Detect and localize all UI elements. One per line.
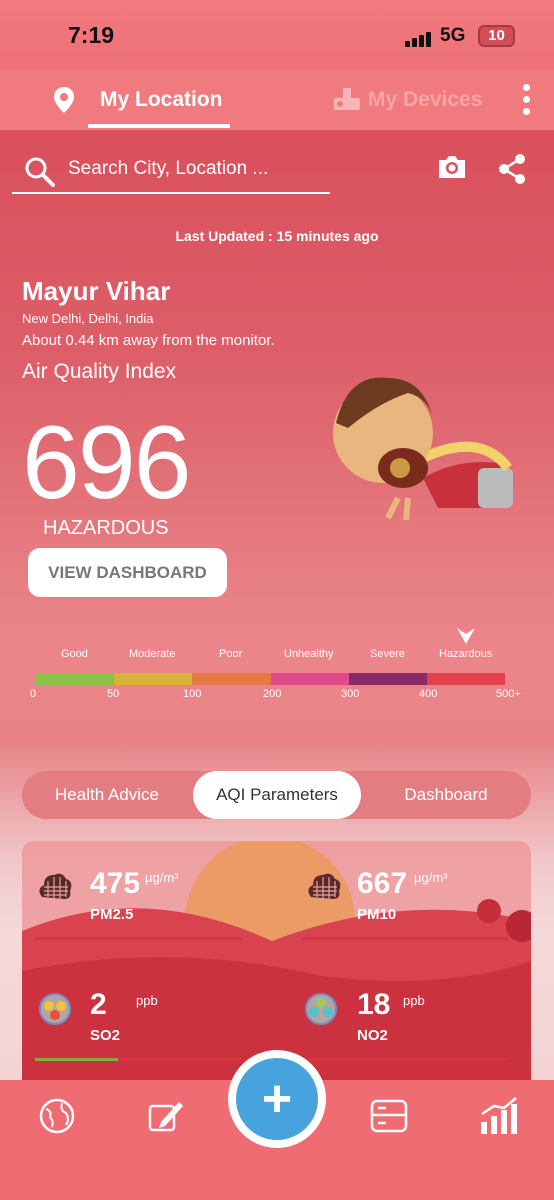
globe-icon[interactable] <box>38 1097 76 1135</box>
pm10-value: 667 <box>357 867 408 900</box>
tab-health-advice[interactable]: Health Advice <box>26 771 188 819</box>
location-pin-icon <box>54 87 74 113</box>
edit-icon[interactable] <box>147 1098 185 1134</box>
scale-marker-icon <box>457 628 475 644</box>
no2-label: NO2 <box>357 1027 388 1044</box>
tab-aqi-parameters[interactable]: AQI Parameters <box>193 771 361 819</box>
so2-value: 2 <box>90 988 107 1021</box>
scale-seg-hazardous <box>427 673 505 685</box>
stats-icon[interactable] <box>478 1096 520 1136</box>
molecule-icon <box>305 993 337 1025</box>
aqi-value: 696 <box>22 405 192 521</box>
so2-unit: ppb <box>136 993 158 1008</box>
scale-tick: 100 <box>183 688 202 700</box>
pm25-value: 475 <box>90 867 141 900</box>
scale-seg-moderate <box>114 673 192 685</box>
pm25-unit: µg/m³ <box>145 870 179 885</box>
scale-tick: 200 <box>263 688 282 700</box>
scale-tick: 500+ <box>496 688 521 700</box>
location-name: Mayur Vihar <box>22 276 171 306</box>
add-icon[interactable]: + <box>236 1058 318 1140</box>
card-icon[interactable] <box>370 1099 408 1133</box>
pm10-bar <box>302 937 508 940</box>
device-icon <box>334 88 360 110</box>
aqi-label: Air Quality Index <box>22 360 177 383</box>
signal-icon <box>405 29 433 47</box>
tab-my-location[interactable]: My Location <box>100 88 223 112</box>
scale-cat-good: Good <box>61 648 88 660</box>
pm25-bar <box>35 937 242 940</box>
scale-seg-unhealthy <box>271 673 349 685</box>
pm25-label: PM2.5 <box>90 906 134 923</box>
no2-bar <box>302 1058 508 1061</box>
scale-seg-good <box>35 673 114 685</box>
last-updated: Last Updated : 15 minutes ago <box>175 228 379 244</box>
share-icon[interactable] <box>496 152 528 186</box>
no2-unit: ppb <box>403 993 425 1008</box>
scale-tick: 300 <box>341 688 360 700</box>
tab-dashboard[interactable]: Dashboard <box>365 771 527 819</box>
scale-seg-poor <box>192 673 271 685</box>
more-options-icon[interactable] <box>523 84 531 118</box>
status-time: 7:19 <box>68 22 115 48</box>
location-distance: About 0.44 km away from the monitor. <box>22 332 275 349</box>
pm10-unit: µg/m³ <box>414 870 448 885</box>
battery-icon: 10 <box>478 25 515 47</box>
search-underline <box>12 192 330 194</box>
scale-cat-severe: Severe <box>370 648 405 660</box>
search-icon[interactable] <box>24 156 56 188</box>
tab-my-devices[interactable]: My Devices <box>368 88 482 112</box>
so2-label: SO2 <box>90 1027 121 1044</box>
scale-tick: 50 <box>107 688 120 700</box>
mascot-illustration <box>333 377 513 521</box>
scale-tick: 400 <box>419 688 438 700</box>
scale-cat-moderate: Moderate <box>129 648 176 660</box>
pm10-label: PM10 <box>357 906 397 923</box>
so2-bar <box>35 1058 242 1061</box>
aqi-status: HAZARDOUS <box>43 517 169 539</box>
camera-icon[interactable] <box>436 152 468 182</box>
view-dashboard-button[interactable]: VIEW DASHBOARD <box>28 548 227 597</box>
scale-tick: 0 <box>30 688 37 700</box>
scale-cat-unhealthy: Unhealthy <box>284 648 334 660</box>
molecule-icon <box>39 993 71 1025</box>
location-region: New Delhi, Delhi, India <box>22 311 154 326</box>
search-input[interactable] <box>68 158 328 180</box>
scale-cat-hazardous: Hazardous <box>439 648 493 660</box>
scale-seg-severe <box>349 673 427 685</box>
tab-active-indicator <box>88 124 230 128</box>
particle-cloud-icon <box>308 873 341 899</box>
scale-cat-poor: Poor <box>219 648 243 660</box>
no2-value: 18 <box>357 988 391 1021</box>
particle-cloud-icon <box>39 873 72 899</box>
network-label: 5G <box>440 25 466 46</box>
